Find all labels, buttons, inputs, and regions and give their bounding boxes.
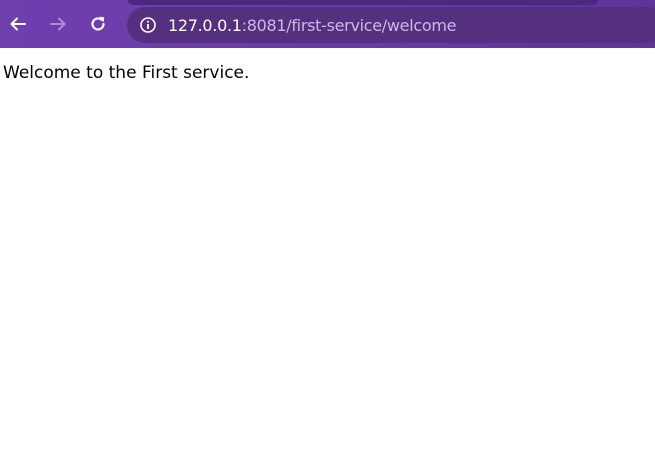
- tab-strip-edge: [128, 0, 598, 5]
- back-arrow-icon: [10, 17, 26, 31]
- url-text[interactable]: 127.0.0.1:8081/first-service/welcome: [168, 16, 456, 35]
- forward-button[interactable]: [42, 8, 74, 40]
- back-button[interactable]: [2, 8, 34, 40]
- welcome-message: Welcome to the First service.: [3, 63, 250, 83]
- page-content: Welcome to the First service.: [0, 48, 655, 449]
- browser-toolbar: 127.0.0.1:8081/first-service/welcome: [0, 0, 655, 48]
- reload-icon: [91, 16, 105, 31]
- reload-button[interactable]: [82, 8, 114, 40]
- forward-arrow-icon: [50, 17, 66, 31]
- address-bar[interactable]: 127.0.0.1:8081/first-service/welcome: [127, 7, 655, 43]
- url-path: :8081/first-service/welcome: [241, 15, 457, 35]
- url-host: 127.0.0.1: [168, 15, 242, 35]
- info-icon[interactable]: [139, 16, 157, 34]
